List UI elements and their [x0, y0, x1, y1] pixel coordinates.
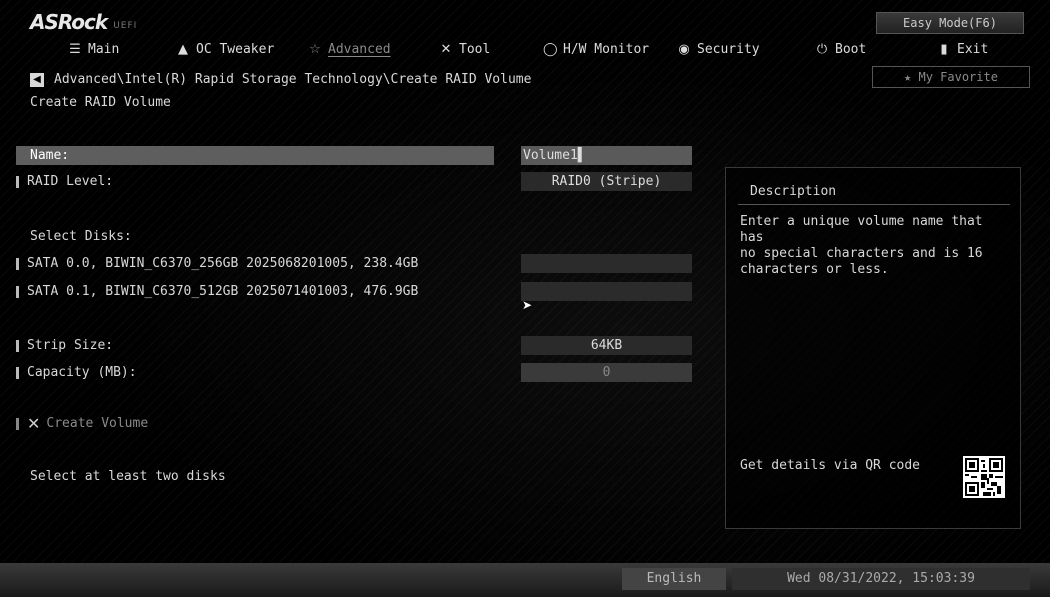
tab-advanced[interactable]: ☆ Advanced — [308, 38, 390, 60]
strip-size-label: Strip Size: — [27, 338, 114, 353]
easy-mode-button[interactable]: Easy Mode(F6) — [876, 12, 1024, 34]
date-time-display: Wed 08/31/2022, 15:03:39 — [732, 568, 1030, 590]
page-title: Create RAID Volume — [30, 95, 171, 110]
tab-main[interactable]: ☰ Main — [68, 38, 119, 60]
tab-boot[interactable]: ⏻ Boot — [815, 38, 866, 60]
disk-select-sata-0-1[interactable] — [521, 282, 692, 301]
create-volume-button[interactable]: ✕ Create Volume — [16, 414, 148, 433]
tab-oc-tweaker[interactable]: ▲ OC Tweaker — [176, 38, 274, 60]
main-tabs: ☰ Main ▲ OC Tweaker ☆ Advanced ✕ Tool ◯ … — [0, 38, 1050, 60]
tools-icon: ✕ — [440, 41, 452, 57]
tools-icon: ✕ — [27, 414, 41, 433]
capacity-input[interactable]: 0 — [521, 363, 692, 382]
disk-row-sata-0-1[interactable]: SATA 0.1, BIWIN_C6370_512GB 202507140100… — [16, 283, 418, 301]
description-title: Description — [750, 184, 837, 199]
row-marker — [16, 367, 19, 379]
tab-exit[interactable]: ▮ Exit — [937, 38, 988, 60]
breadcrumb-path: Advanced\Intel(R) Rapid Storage Technolo… — [54, 72, 532, 87]
row-marker — [16, 258, 19, 270]
tab-hw-monitor[interactable]: ◯ H/W Monitor — [543, 38, 649, 60]
qr-code-icon[interactable] — [963, 456, 1005, 498]
monitor-icon: ◯ — [543, 41, 558, 57]
exit-icon: ▮ — [940, 41, 948, 57]
raid-level-row[interactable]: RAID Level: — [16, 173, 113, 191]
row-marker — [16, 340, 19, 352]
language-button[interactable]: English — [622, 568, 726, 590]
back-arrow-icon[interactable]: ◀ — [30, 72, 44, 87]
raid-level-label: RAID Level: — [27, 174, 114, 189]
name-row[interactable]: Name: — [16, 146, 494, 165]
tab-security[interactable]: ◉ Security — [677, 38, 759, 60]
raid-level-select[interactable]: RAID0 (Stripe) — [521, 172, 692, 191]
row-marker — [16, 286, 19, 298]
strip-size-select[interactable]: 64KB — [521, 336, 692, 355]
asrock-logo: ASRock UEFI — [30, 10, 137, 34]
star-icon: ★ — [904, 70, 912, 84]
qr-label: Get details via QR code — [740, 458, 921, 473]
tab-tool[interactable]: ✕ Tool — [439, 38, 491, 60]
list-icon: ☰ — [69, 41, 81, 57]
bios-screen: ASRock UEFI Easy Mode(F6) ☰ Main ▲ OC Tw… — [0, 0, 1050, 597]
divider — [738, 204, 1010, 205]
row-marker — [16, 176, 19, 188]
my-favorite-button[interactable]: ★ My Favorite — [872, 66, 1030, 88]
create-volume-label: Create Volume — [46, 416, 149, 431]
logo-text: ASRock — [30, 10, 108, 34]
description-text: Enter a unique volume name that has no s… — [740, 214, 983, 277]
rocket-icon: ▲ — [178, 41, 188, 57]
select-disks-label: Select Disks: — [30, 229, 132, 244]
logo-subtext: UEFI — [113, 21, 138, 31]
name-label: Name: — [30, 148, 70, 163]
capacity-label: Capacity (MB): — [27, 365, 137, 380]
breadcrumb: ◀ Advanced\Intel(R) Rapid Storage Techno… — [30, 72, 531, 87]
row-marker — [16, 417, 19, 430]
disk-select-sata-0-0[interactable] — [521, 254, 692, 273]
shield-icon: ◉ — [678, 41, 690, 57]
power-icon: ⏻ — [816, 41, 828, 57]
capacity-row[interactable]: Capacity (MB): — [16, 364, 137, 382]
hint-text: Select at least two disks — [30, 469, 226, 484]
strip-size-row[interactable]: Strip Size: — [16, 337, 113, 355]
text-caret: ▌ — [577, 148, 586, 163]
disk-label: SATA 0.1, BIWIN_C6370_512GB 202507140100… — [27, 284, 419, 299]
disk-row-sata-0-0[interactable]: SATA 0.0, BIWIN_C6370_256GB 202506820100… — [16, 255, 418, 273]
description-panel: Description Enter a unique volume name t… — [725, 167, 1021, 529]
mouse-cursor-icon: ➤ — [522, 298, 533, 312]
volume-name-input[interactable]: Volume1▌ — [521, 146, 692, 165]
star-icon: ☆ — [309, 41, 321, 57]
disk-label: SATA 0.0, BIWIN_C6370_256GB 202506820100… — [27, 256, 419, 271]
